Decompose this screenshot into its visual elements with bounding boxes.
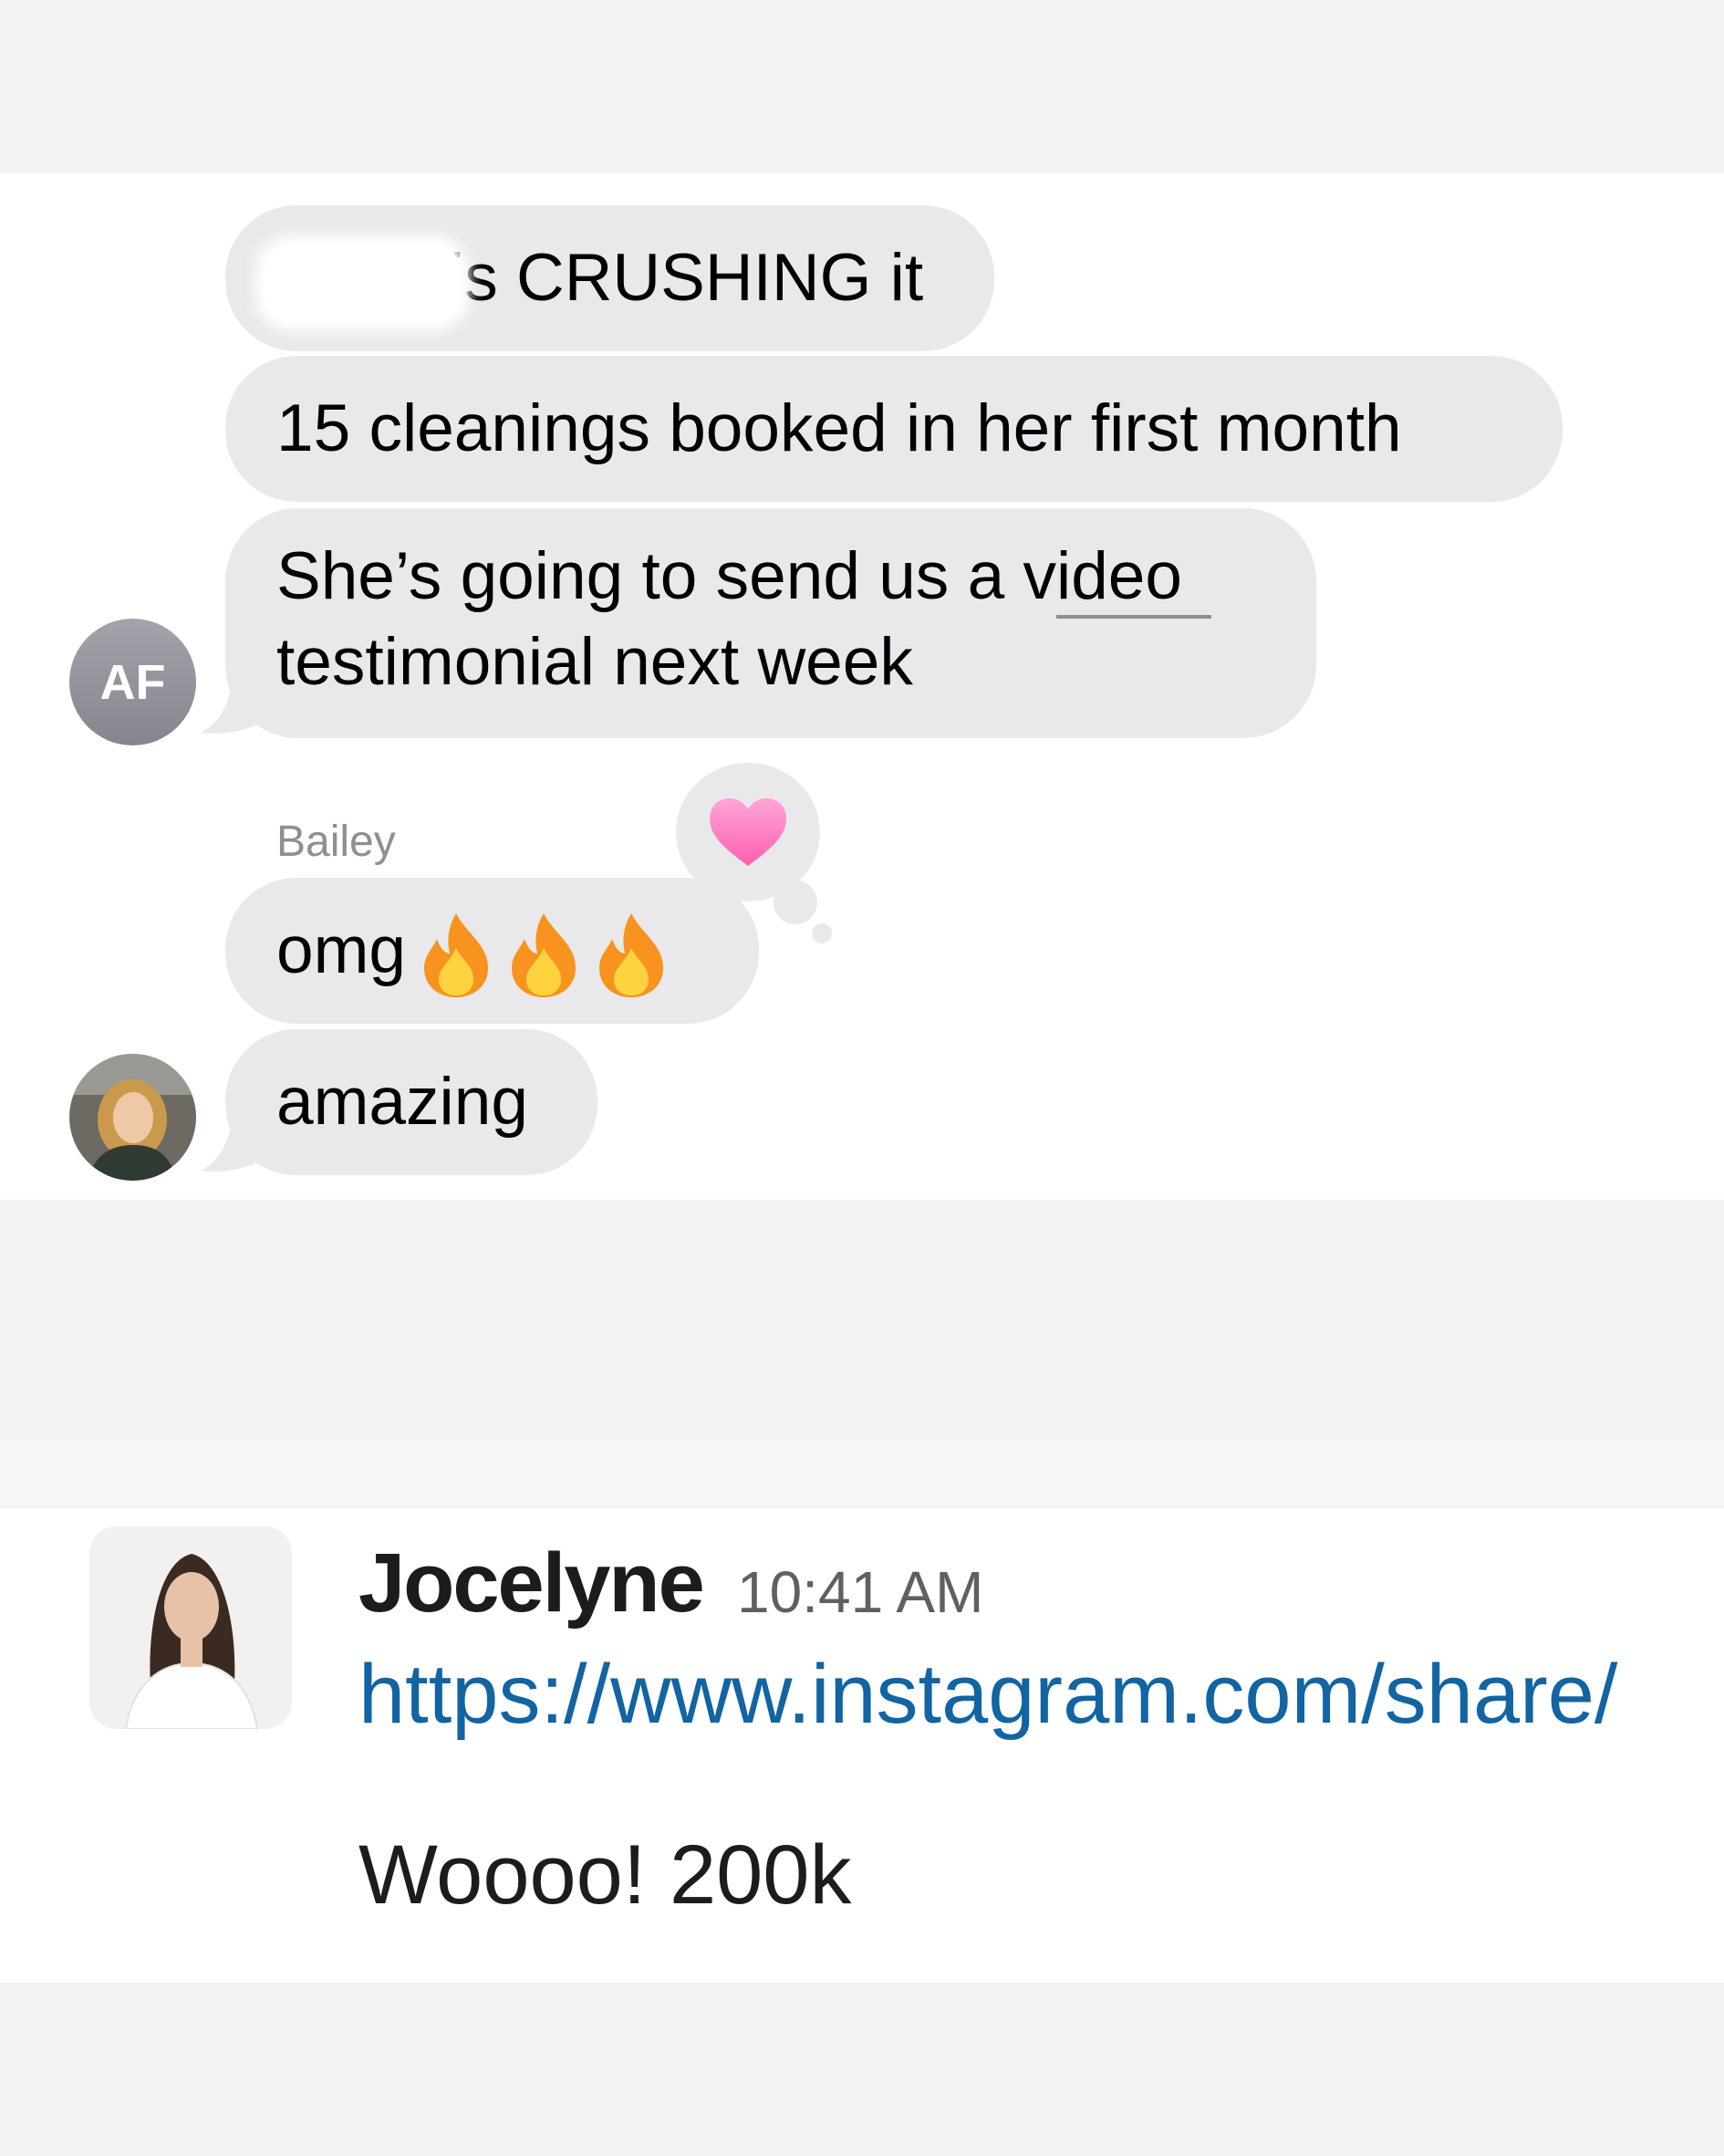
bubble-tail bbox=[201, 680, 255, 734]
message-text-line-1: She’s going to send us a video bbox=[276, 539, 1182, 613]
message-text: Woooo! 200k bbox=[358, 1828, 852, 1922]
fire-emoji-icon bbox=[424, 912, 489, 997]
profile-photo bbox=[89, 1526, 292, 1729]
sender-name: Bailey bbox=[276, 818, 396, 866]
message-bubble-omg[interactable]: omg bbox=[225, 878, 759, 1024]
timestamp[interactable]: 10:41 AM bbox=[737, 1558, 983, 1626]
message-text: is CRUSHING it bbox=[450, 241, 924, 315]
heart-icon bbox=[710, 798, 786, 866]
bubble-tail bbox=[201, 1118, 255, 1172]
avatar-af[interactable]: AF bbox=[69, 619, 196, 745]
message-text-line-2: testimonial next week bbox=[276, 625, 913, 699]
slack-divider-strip bbox=[0, 1442, 1724, 1505]
message-text: omg bbox=[276, 913, 407, 987]
imessage-thread: is CRUSHING it 15 cleanings booked in he… bbox=[0, 173, 1724, 1200]
message-text: amazing bbox=[276, 1065, 528, 1139]
redaction-mark bbox=[265, 245, 461, 322]
message-bubble-amazing[interactable]: amazing bbox=[225, 1029, 597, 1175]
fire-emoji-icon bbox=[512, 912, 576, 997]
avatar-bailey[interactable] bbox=[69, 1054, 196, 1181]
message-bubble-cleanings[interactable]: 15 cleanings booked in her first month bbox=[225, 356, 1563, 502]
video-underline bbox=[1056, 615, 1211, 619]
message-text: 15 cleanings booked in her first month bbox=[276, 391, 1402, 465]
avatar-initials: AF bbox=[99, 654, 166, 710]
message-bubble-video[interactable]: She’s going to send us a video testimoni… bbox=[225, 508, 1316, 738]
avatar-jocelyne[interactable] bbox=[89, 1526, 292, 1729]
author-name[interactable]: Jocelyne bbox=[358, 1536, 705, 1631]
fire-emoji-icon bbox=[599, 912, 664, 997]
profile-photo bbox=[69, 1054, 196, 1181]
reaction-tail-dot bbox=[812, 923, 832, 943]
slack-message: Jocelyne 10:41 AM https://www.instagram.… bbox=[0, 1508, 1724, 1983]
reaction-tail-dot bbox=[774, 880, 817, 924]
instagram-link[interactable]: https://www.instagram.com/share/ bbox=[358, 1647, 1618, 1743]
